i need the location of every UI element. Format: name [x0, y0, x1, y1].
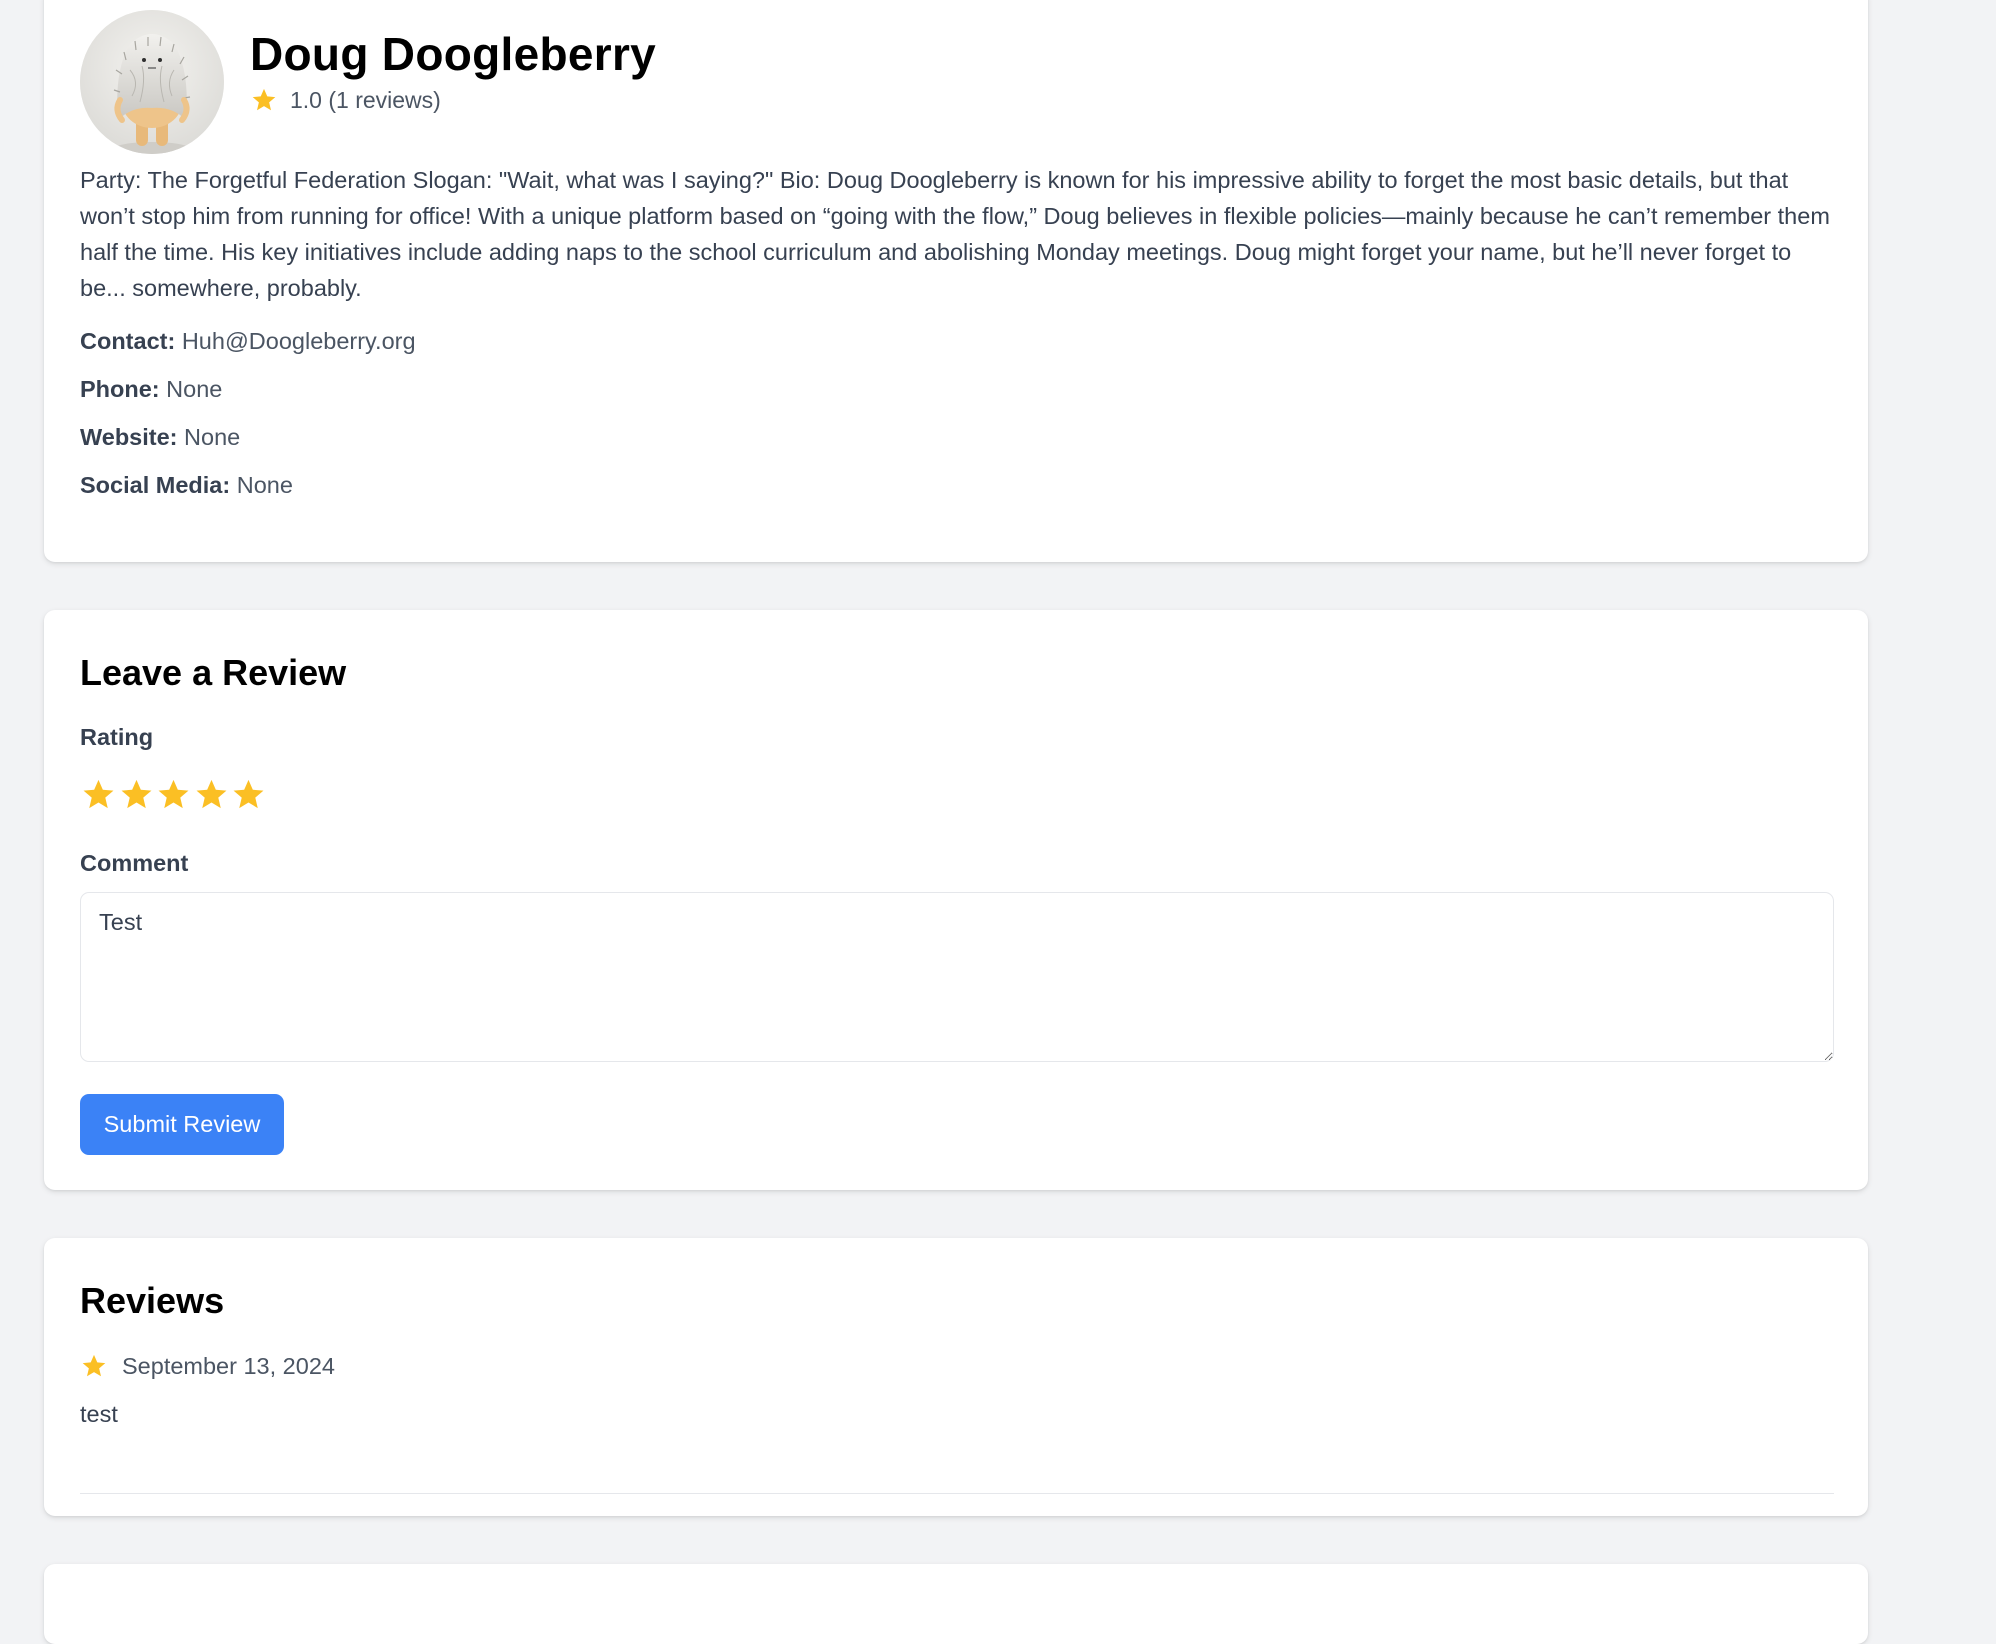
review-date: September 13, 2024 [122, 1353, 335, 1379]
star-4-icon[interactable] [193, 776, 230, 813]
candidate-rating: 1.0 (1 reviews) [250, 86, 441, 114]
review-form-card: Leave a Review Rating Comment Submit Rev… [44, 610, 1868, 1190]
star-2-icon[interactable] [118, 776, 155, 813]
website-label: Website: [80, 424, 178, 450]
star-5-icon[interactable] [230, 776, 267, 813]
comment-label: Comment [80, 850, 189, 876]
phone-value: None [166, 376, 223, 402]
star-3-icon[interactable] [155, 776, 192, 813]
phone-detail: Phone: None [80, 373, 222, 405]
comment-textarea[interactable] [80, 892, 1834, 1062]
social-media-value: None [236, 472, 293, 498]
contact-label: Contact: [80, 328, 176, 354]
star-icon [252, 88, 276, 111]
review-form-title: Leave a Review [80, 652, 347, 693]
furry-creature-image [80, 10, 224, 154]
candidate-profile-card: Doug Doogleberry 1.0 (1 reviews) Party: … [44, 0, 1868, 562]
review-item: September 13, 2024 test [80, 1348, 1834, 1494]
submit-review-button[interactable]: Submit Review [80, 1094, 284, 1155]
rating-label: Rating [80, 724, 154, 750]
phone-label: Phone: [80, 376, 160, 402]
social-media-detail: Social Media: None [80, 469, 293, 501]
review-comment: test [80, 1401, 118, 1427]
candidate-avatar [80, 10, 224, 154]
review-header: September 13, 2024 [80, 1348, 335, 1384]
star-1-icon[interactable] [80, 776, 117, 813]
website-detail: Website: None [80, 421, 240, 453]
candidate-bio: Party: The Forgetful Federation Slogan: … [80, 167, 1830, 301]
star-icon [82, 1354, 106, 1377]
next-section-card [44, 1564, 1868, 1644]
contact-detail: Contact: Huh@Doogleberry.org [80, 325, 416, 357]
rating-summary: 1.0 (1 reviews) [290, 86, 441, 113]
rating-stars-input [80, 776, 268, 813]
candidate-name: Doug Doogleberry [250, 28, 657, 80]
website-value: None [184, 424, 241, 450]
contact-value: Huh@Doogleberry.org [181, 328, 416, 354]
reviews-title: Reviews [80, 1280, 225, 1321]
social-media-label: Social Media: [80, 472, 231, 498]
reviews-card: Reviews September 13, 2024 test [44, 1238, 1868, 1516]
